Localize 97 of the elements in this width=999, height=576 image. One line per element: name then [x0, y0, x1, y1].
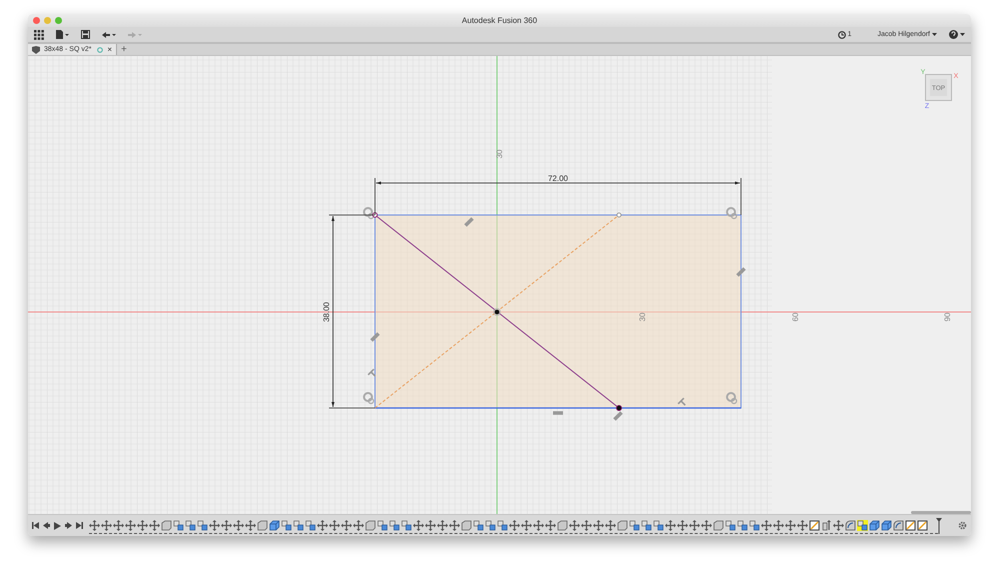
move-icon[interactable]	[581, 520, 592, 530]
timeline-marker-icon[interactable]	[936, 518, 942, 534]
extrude-icon[interactable]	[821, 520, 832, 530]
body-icon[interactable]	[257, 520, 268, 530]
dimension-value[interactable]: 38.00	[322, 302, 331, 322]
move-icon[interactable]	[413, 520, 424, 530]
move-icon[interactable]	[317, 520, 328, 530]
caret-icon	[960, 33, 965, 36]
move-icon[interactable]	[209, 520, 220, 530]
move-icon[interactable]	[593, 520, 604, 530]
move-icon[interactable]	[569, 520, 580, 530]
component-icon[interactable]	[641, 520, 652, 530]
component-icon[interactable]	[293, 520, 304, 530]
dimension-value[interactable]: 72.00	[548, 174, 568, 183]
move-icon[interactable]	[89, 520, 100, 530]
move-icon[interactable]	[773, 520, 784, 530]
save-icon[interactable]	[81, 30, 90, 39]
grid-scale-label: 30	[495, 150, 504, 158]
component-icon[interactable]	[389, 520, 400, 530]
move-icon[interactable]	[605, 520, 616, 530]
close-window-button[interactable]	[33, 17, 40, 24]
move-icon[interactable]	[689, 520, 700, 530]
move-icon[interactable]	[353, 520, 364, 530]
move-icon[interactable]	[245, 520, 256, 530]
box-icon[interactable]	[269, 520, 280, 530]
fillet-icon[interactable]	[845, 520, 856, 530]
component-icon[interactable]	[377, 520, 388, 530]
component-icon[interactable]	[473, 520, 484, 530]
body-icon[interactable]	[461, 520, 472, 530]
body-icon[interactable]	[713, 520, 724, 530]
move-icon[interactable]	[533, 520, 544, 530]
help-icon[interactable]	[949, 30, 958, 39]
move-icon[interactable]	[509, 520, 520, 530]
component-icon[interactable]	[857, 520, 868, 530]
caret-icon	[932, 33, 937, 36]
component-icon[interactable]	[749, 520, 760, 530]
sketch-icon[interactable]	[809, 520, 820, 530]
move-icon[interactable]	[329, 520, 340, 530]
play-icon[interactable]	[54, 522, 61, 530]
move-icon[interactable]	[149, 520, 160, 530]
move-icon[interactable]	[341, 520, 352, 530]
move-icon[interactable]	[665, 520, 676, 530]
move-icon[interactable]	[785, 520, 796, 530]
move-icon[interactable]	[437, 520, 448, 530]
previous-step-icon[interactable]	[43, 522, 50, 529]
move-icon[interactable]	[449, 520, 460, 530]
component-icon[interactable]	[305, 520, 316, 530]
move-icon[interactable]	[125, 520, 136, 530]
component-icon[interactable]	[485, 520, 496, 530]
move-icon[interactable]	[101, 520, 112, 530]
move-icon[interactable]	[797, 520, 808, 530]
body-icon[interactable]	[557, 520, 568, 530]
file-menu-icon[interactable]	[56, 30, 69, 39]
settings-icon[interactable]	[958, 521, 967, 530]
component-icon[interactable]	[401, 520, 412, 530]
component-icon[interactable]	[737, 520, 748, 530]
first-step-icon[interactable]	[32, 522, 39, 529]
move-icon[interactable]	[701, 520, 712, 530]
move-icon[interactable]	[233, 520, 244, 530]
last-step-icon[interactable]	[76, 522, 83, 529]
status-circle-icon	[97, 46, 104, 52]
component-icon[interactable]	[281, 520, 292, 530]
body-icon[interactable]	[617, 520, 628, 530]
move-icon[interactable]	[425, 520, 436, 530]
move-icon[interactable]	[545, 520, 556, 530]
grid-scale-label: 30	[638, 312, 647, 322]
apps-grid-icon[interactable]	[34, 30, 44, 40]
component-icon[interactable]	[173, 520, 184, 530]
component-icon[interactable]	[725, 520, 736, 530]
component-icon[interactable]	[629, 520, 640, 530]
sketch-icon[interactable]	[905, 520, 916, 530]
window-title: Autodesk Fusion 360	[462, 16, 538, 25]
component-icon[interactable]	[197, 520, 208, 530]
grid-scale-label: 90	[943, 312, 952, 322]
body-icon[interactable]	[365, 520, 376, 530]
undo-icon[interactable]	[102, 30, 116, 38]
sketch-icon[interactable]	[917, 520, 928, 530]
grid-scale-label: 60	[791, 312, 800, 322]
move-icon[interactable]	[833, 520, 844, 530]
box-icon[interactable]	[881, 520, 892, 530]
component-icon[interactable]	[185, 520, 196, 530]
new-tab-button[interactable]: +	[117, 44, 131, 55]
move-icon[interactable]	[221, 520, 232, 530]
scroll-bar[interactable]	[911, 511, 971, 514]
close-tab-button[interactable]: ×	[107, 46, 112, 54]
box-icon[interactable]	[869, 520, 880, 530]
move-icon[interactable]	[521, 520, 532, 530]
next-step-icon[interactable]	[65, 522, 72, 529]
component-icon[interactable]	[497, 520, 508, 530]
move-icon[interactable]	[761, 520, 772, 530]
component-icon[interactable]	[653, 520, 664, 530]
move-icon[interactable]	[677, 520, 688, 530]
clock-icon[interactable]	[838, 30, 846, 38]
fillet-icon[interactable]	[893, 520, 904, 530]
move-icon[interactable]	[113, 520, 124, 530]
body-icon[interactable]	[161, 520, 172, 530]
move-icon[interactable]	[137, 520, 148, 530]
